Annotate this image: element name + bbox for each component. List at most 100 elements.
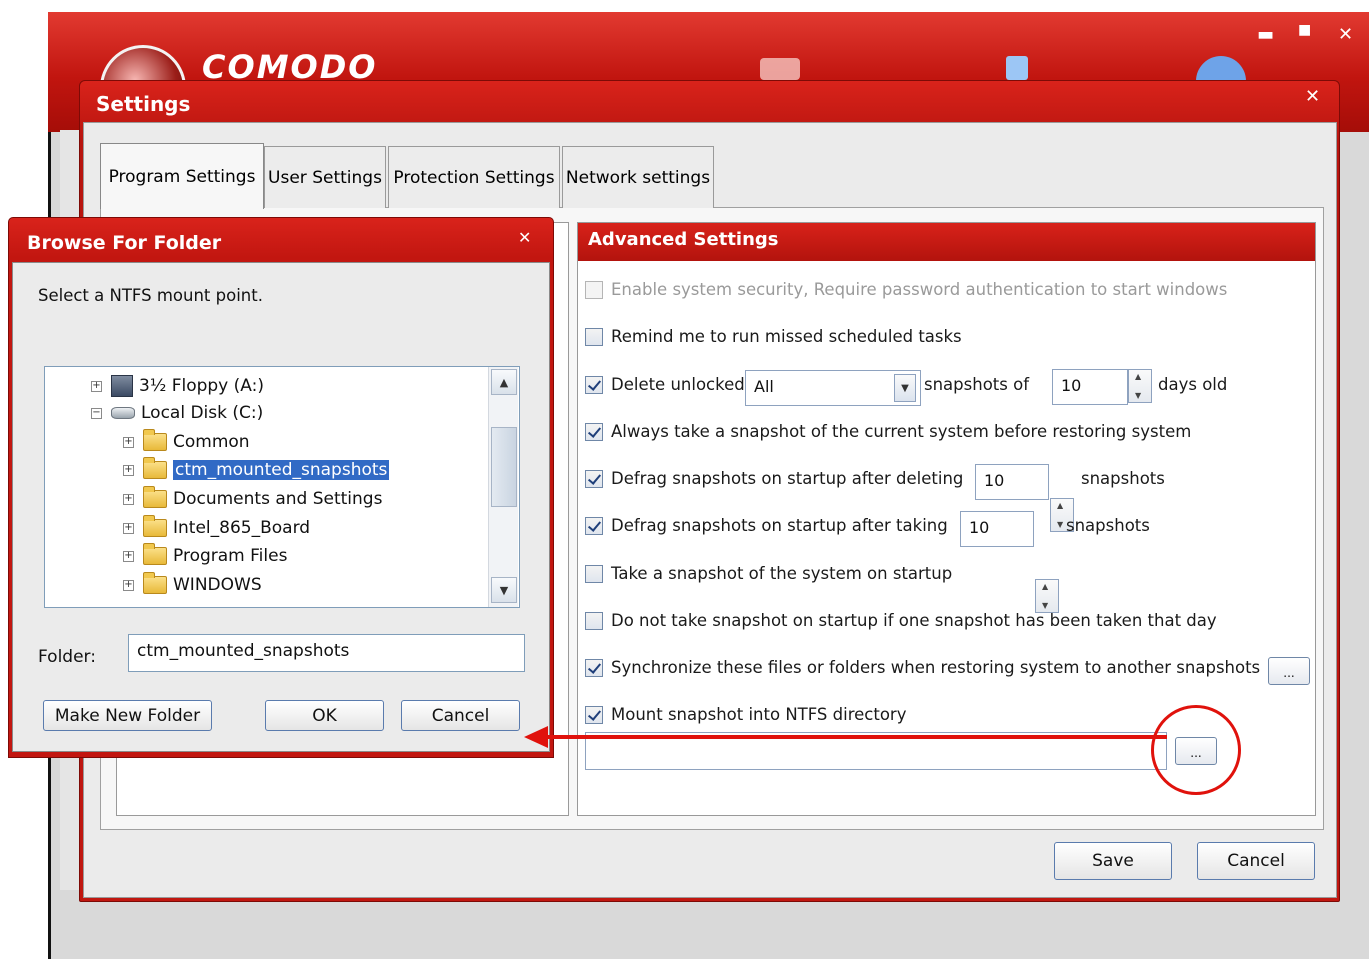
tree-item-label: ctm_mounted_snapshots <box>173 460 390 480</box>
expand-icon[interactable]: + <box>123 550 134 562</box>
tab-program-settings[interactable]: Program Settings <box>100 143 264 209</box>
option-mount-ntfs[interactable]: Mount snapshot into NTFS directory <box>585 705 906 724</box>
days-old-label: days old <box>1158 375 1228 394</box>
defrag-deleting-checkbox[interactable] <box>585 469 603 488</box>
delete-unlocked-select-value: All <box>754 377 774 396</box>
delete-unlocked-label: Delete unlocked <box>611 375 745 394</box>
tree-scrollbar[interactable]: ▲ ▼ <box>488 367 518 607</box>
system-security-label: Enable system security, Require password… <box>611 280 1228 299</box>
expand-icon[interactable]: + <box>123 436 134 448</box>
delete-unlocked-checkbox[interactable] <box>585 375 603 394</box>
annotation-arrow-head-icon <box>524 726 548 748</box>
hard-drive-icon <box>111 407 135 419</box>
tree-item-intel-board[interactable]: + Intel_865_Board <box>123 515 310 538</box>
toolbar-settings-icon[interactable] <box>760 58 800 80</box>
tree-item-label: Documents and Settings <box>173 489 383 509</box>
snapshots-of-label: snapshots of <box>924 375 1030 394</box>
tree-item-label: Common <box>173 432 250 452</box>
browse-prompt: Select a NTFS mount point. <box>38 286 263 305</box>
collapse-icon[interactable]: − <box>91 407 102 419</box>
scroll-down-icon[interactable]: ▼ <box>491 577 517 603</box>
tree-item-label: Local Disk (C:) <box>141 403 264 423</box>
mount-ntfs-label: Mount snapshot into NTFS directory <box>611 705 907 724</box>
tree-item-program-files[interactable]: + Program Files <box>123 543 288 566</box>
mount-ntfs-checkbox[interactable] <box>585 705 603 724</box>
option-synchronize[interactable]: Synchronize these files or folders when … <box>585 658 1260 677</box>
main-close-button[interactable]: ✕ <box>1338 24 1353 45</box>
settings-cancel-button[interactable]: Cancel <box>1197 842 1315 880</box>
defrag-taking-spinner[interactable] <box>1035 579 1059 613</box>
expand-icon[interactable]: + <box>123 464 134 476</box>
annotation-circle <box>1151 705 1241 795</box>
folder-icon <box>143 429 167 451</box>
tree-item-local-disk[interactable]: − Local Disk (C:) <box>91 403 263 423</box>
expand-icon[interactable]: + <box>123 579 134 591</box>
remind-missed-label: Remind me to run missed scheduled tasks <box>611 327 962 346</box>
tree-item-common[interactable]: + Common <box>123 429 250 452</box>
browse-folder-title: Browse For Folder <box>27 232 222 254</box>
tab-network-settings[interactable]: Network settings <box>562 146 714 208</box>
scroll-up-icon[interactable]: ▲ <box>491 369 517 395</box>
snapshot-startup-checkbox[interactable] <box>585 564 603 583</box>
scroll-thumb[interactable] <box>491 427 517 507</box>
folder-icon <box>143 457 167 479</box>
option-delete-unlocked[interactable]: Delete unlocked <box>585 375 745 394</box>
defrag-deleting-suffix: snapshots <box>1081 469 1165 488</box>
synchronize-checkbox[interactable] <box>585 658 603 677</box>
option-snapshot-startup[interactable]: Take a snapshot of the system on startup <box>585 564 952 583</box>
defrag-taking-input[interactable]: 10 <box>960 511 1034 547</box>
tree-item-documents-and-settings[interactable]: + Documents and Settings <box>123 486 383 509</box>
ok-button[interactable]: OK <box>265 700 384 731</box>
settings-close-button[interactable]: ✕ <box>1305 86 1320 107</box>
folder-icon <box>143 543 167 565</box>
system-security-checkbox <box>585 280 603 299</box>
folder-icon <box>143 515 167 537</box>
no-snapshot-startup-checkbox[interactable] <box>585 611 603 630</box>
folder-input[interactable]: ctm_mounted_snapshots <box>128 634 525 672</box>
delete-days-spinner[interactable] <box>1128 369 1152 403</box>
defrag-taking-checkbox[interactable] <box>585 516 603 535</box>
browse-cancel-button[interactable]: Cancel <box>401 700 520 731</box>
synchronize-browse-button[interactable]: ... <box>1268 657 1310 685</box>
delete-days-input[interactable]: 10 <box>1052 369 1128 405</box>
folder-label: Folder: <box>38 647 96 667</box>
option-system-security: Enable system security, Require password… <box>585 280 1227 299</box>
tab-user-settings[interactable]: User Settings <box>264 146 386 208</box>
synchronize-label: Synchronize these files or folders when … <box>611 658 1261 677</box>
defrag-taking-label: Defrag snapshots on startup after taking <box>611 516 948 535</box>
defrag-deleting-input[interactable]: 10 <box>975 464 1049 500</box>
option-remind-missed[interactable]: Remind me to run missed scheduled tasks <box>585 327 962 346</box>
annotation-arrow-line <box>545 735 1167 739</box>
settings-title: Settings <box>96 92 191 116</box>
toolbar-tools-icon[interactable] <box>1006 56 1028 80</box>
tree-item-label: 3½ Floppy (A:) <box>139 376 264 396</box>
defrag-taking-suffix: snapshots <box>1066 516 1150 535</box>
save-button[interactable]: Save <box>1054 842 1172 880</box>
folder-icon <box>143 486 167 508</box>
no-snapshot-startup-label: Do not take snapshot on startup if one s… <box>611 611 1217 630</box>
defrag-deleting-label: Defrag snapshots on startup after deleti… <box>611 469 964 488</box>
browse-close-button[interactable]: ✕ <box>518 228 531 247</box>
remind-missed-checkbox[interactable] <box>585 327 603 346</box>
chevron-down-icon[interactable]: ▼ <box>894 374 916 402</box>
tree-item-label: Program Files <box>173 546 288 566</box>
option-no-snapshot-startup[interactable]: Do not take snapshot on startup if one s… <box>585 611 1217 630</box>
minimize-button[interactable]: ▬ <box>1257 24 1274 45</box>
expand-icon[interactable]: + <box>123 522 134 534</box>
folder-tree[interactable]: + 3½ Floppy (A:) − Local Disk (C:) + Com… <box>44 366 520 608</box>
floppy-drive-icon <box>111 375 133 397</box>
tree-item-floppy[interactable]: + 3½ Floppy (A:) <box>91 375 264 397</box>
tree-item-windows[interactable]: + WINDOWS <box>123 572 262 595</box>
folder-icon <box>143 572 167 594</box>
tree-item-ctm-mounted-snapshots[interactable]: + ctm_mounted_snapshots <box>123 457 390 480</box>
option-defrag-taking[interactable]: Defrag snapshots on startup after taking <box>585 516 948 535</box>
maximize-button[interactable]: ■ <box>1298 22 1311 38</box>
always-snapshot-checkbox[interactable] <box>585 422 603 441</box>
tab-protection-settings[interactable]: Protection Settings <box>388 146 560 208</box>
make-new-folder-button[interactable]: Make New Folder <box>43 700 212 731</box>
option-always-snapshot[interactable]: Always take a snapshot of the current sy… <box>585 422 1191 441</box>
expand-icon[interactable]: + <box>91 380 102 392</box>
snapshot-startup-label: Take a snapshot of the system on startup <box>611 564 953 583</box>
expand-icon[interactable]: + <box>123 493 134 505</box>
option-defrag-deleting[interactable]: Defrag snapshots on startup after deleti… <box>585 469 963 488</box>
